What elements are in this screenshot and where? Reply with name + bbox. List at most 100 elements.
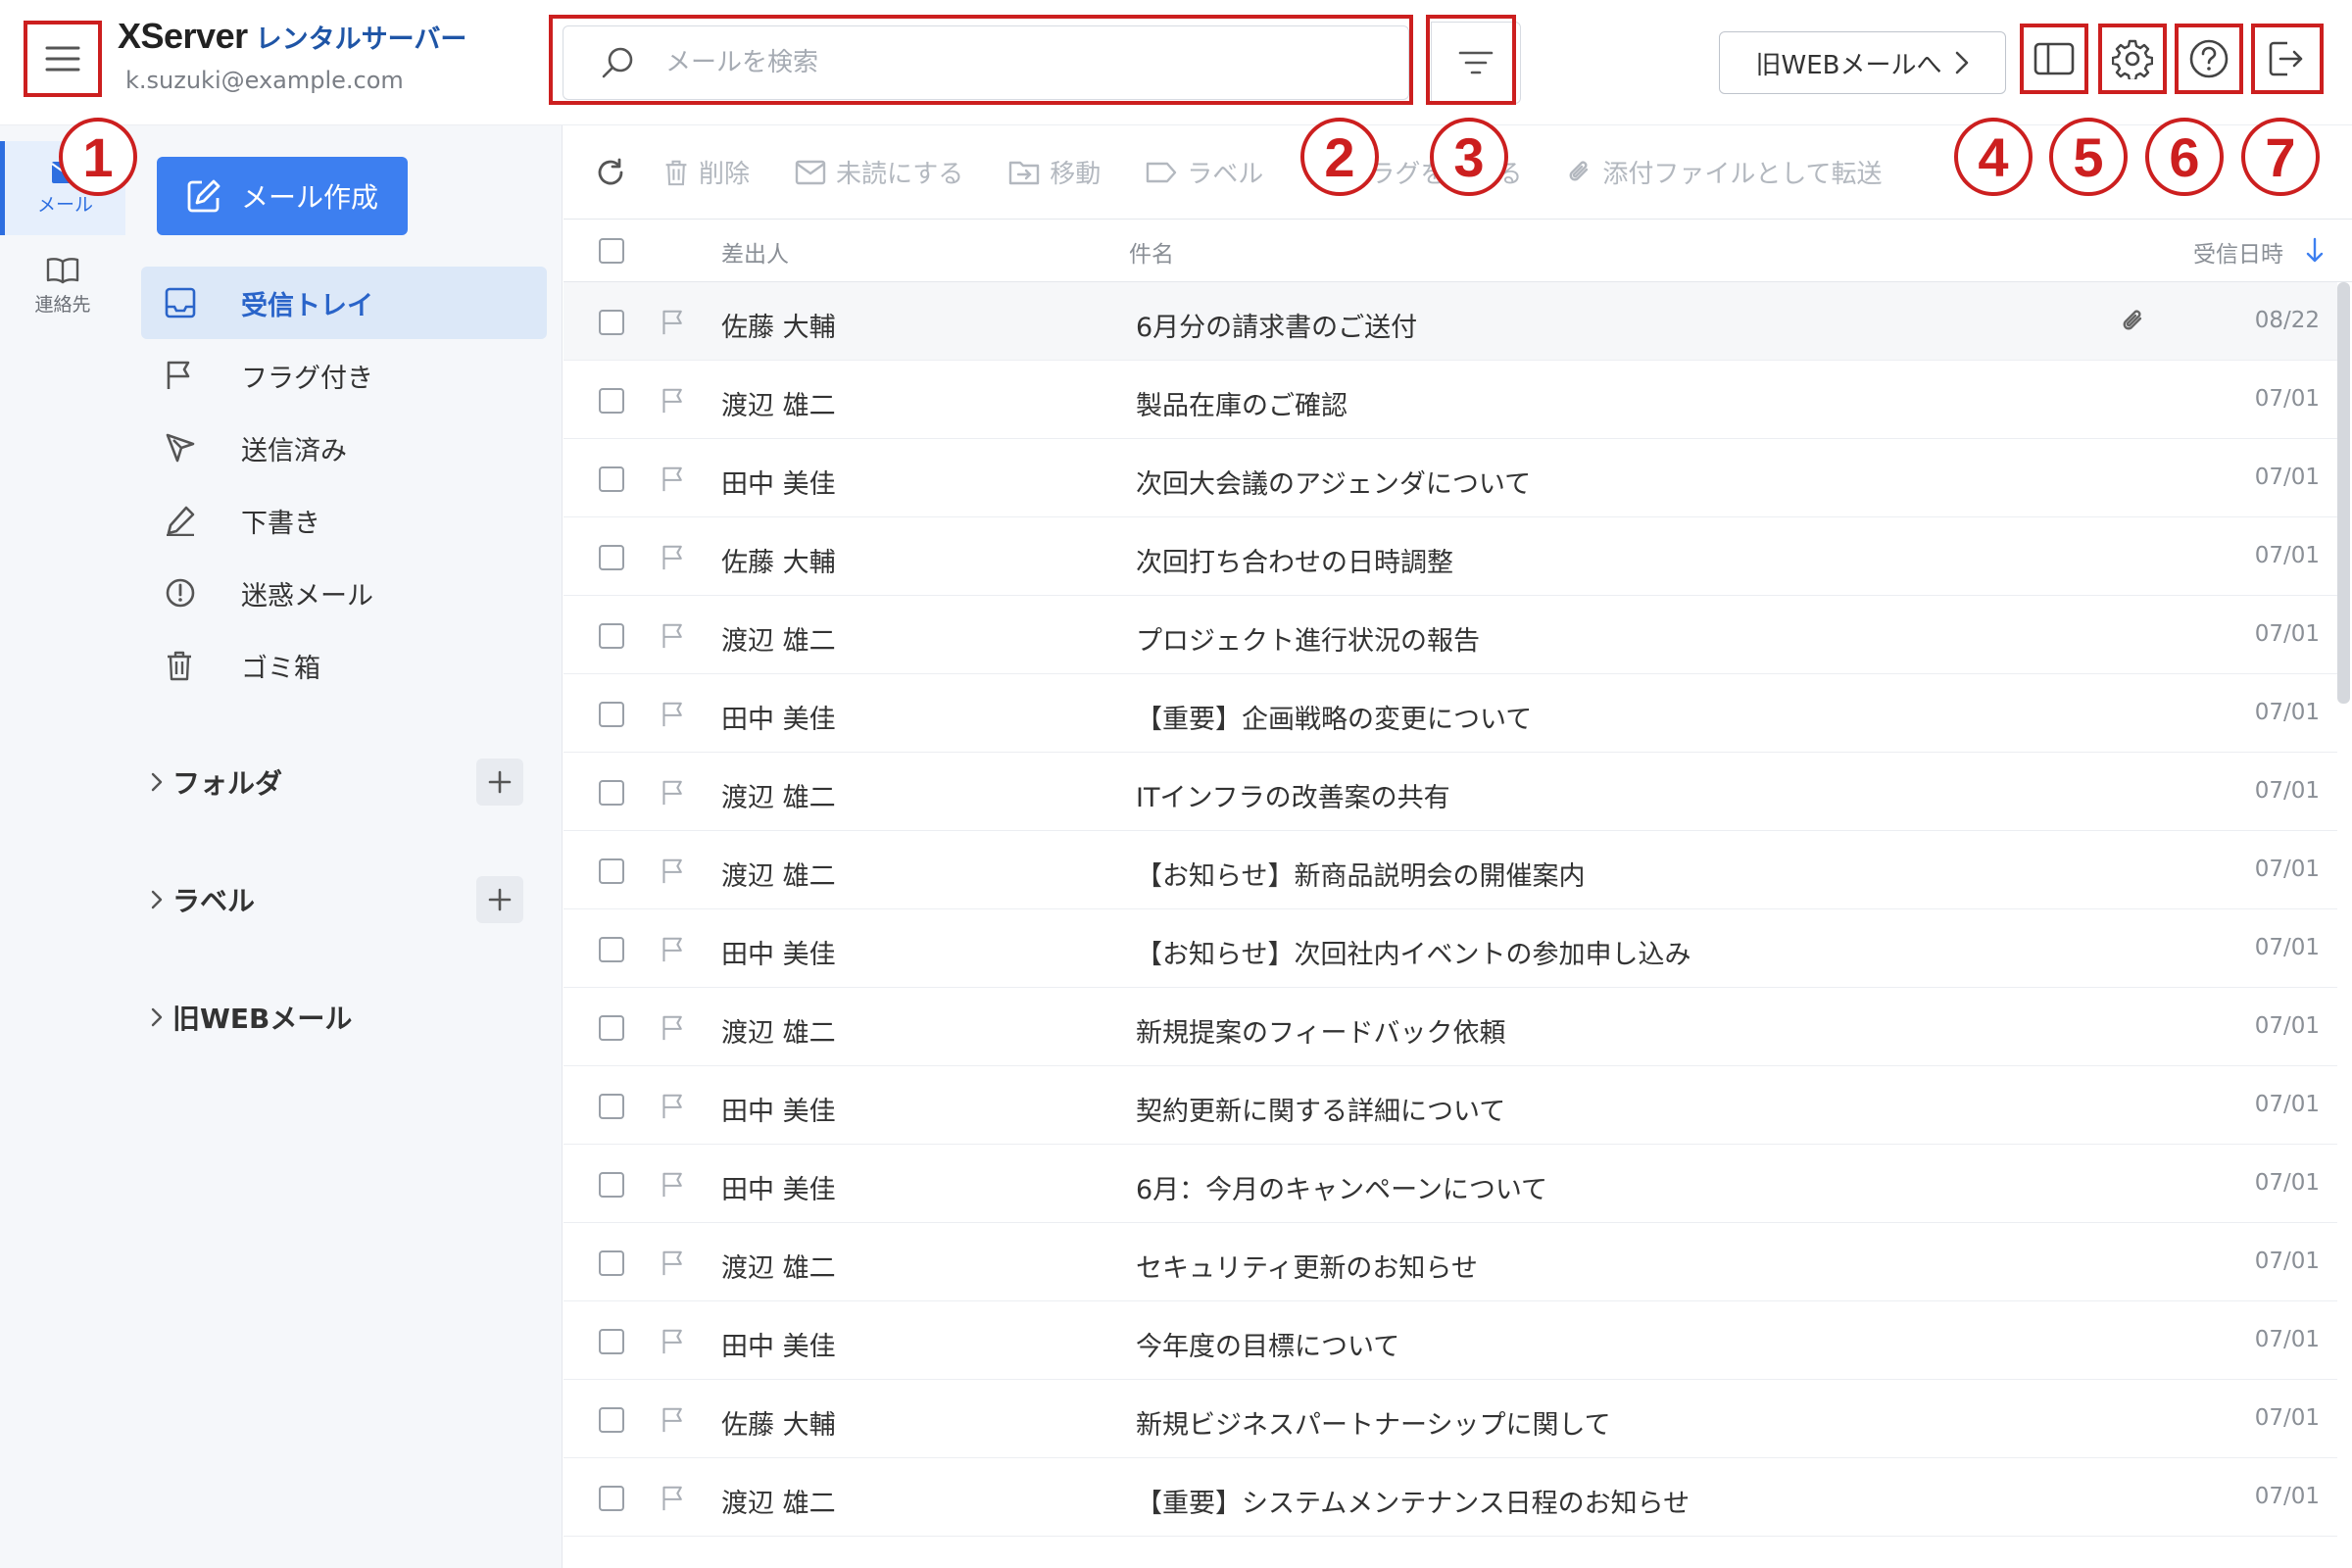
- settings-button[interactable]: [2098, 24, 2167, 94]
- row-checkbox[interactable]: [599, 1250, 624, 1276]
- sidebar-item-flagged[interactable]: フラグ付き: [141, 339, 547, 412]
- mail-row[interactable]: 田中 美佳 【重要】企画戦略の変更について 07/01: [564, 674, 2337, 753]
- flag-icon[interactable]: [661, 543, 686, 572]
- select-all-checkbox[interactable]: [599, 238, 624, 264]
- compose-button[interactable]: メール作成: [157, 157, 408, 235]
- row-date: 07/01: [2254, 465, 2320, 490]
- row-checkbox[interactable]: [599, 858, 624, 884]
- sidebar-item-spam[interactable]: 迷惑メール: [141, 557, 547, 629]
- row-date: 07/01: [2254, 1170, 2320, 1196]
- flag-icon[interactable]: [661, 1013, 686, 1043]
- mail-list-scrollbar[interactable]: [2337, 282, 2350, 704]
- mark-unread-button[interactable]: 未読にする: [795, 154, 963, 190]
- row-checkbox[interactable]: [599, 1015, 624, 1041]
- row-checkbox[interactable]: [599, 310, 624, 335]
- row-date: 07/01: [2254, 1013, 2320, 1039]
- flag-icon[interactable]: [661, 935, 686, 964]
- row-checkbox[interactable]: [599, 466, 624, 492]
- search-box[interactable]: [563, 25, 1409, 100]
- mail-row[interactable]: 田中 美佳 【お知らせ】次回社内イベントの参加申し込み 07/01: [564, 909, 2337, 988]
- mail-row[interactable]: 渡辺 雄二 新規提案のフィードバック依頼 07/01: [564, 988, 2337, 1066]
- mail-row[interactable]: 田中 美佳 契約更新に関する詳細について 07/01: [564, 1066, 2337, 1145]
- label-button[interactable]: ラベル: [1146, 154, 1263, 190]
- sidebar-item-drafts[interactable]: 下書き: [141, 484, 547, 557]
- flag-icon[interactable]: [661, 386, 686, 416]
- sort-down-icon[interactable]: [2305, 237, 2325, 265]
- move-button[interactable]: 移動: [1008, 154, 1101, 190]
- flag-icon[interactable]: [661, 1092, 686, 1121]
- add-folder-button[interactable]: [476, 759, 523, 806]
- row-checkbox[interactable]: [599, 780, 624, 806]
- flag-icon[interactable]: [661, 1405, 686, 1435]
- sidebar-section-old-webmail[interactable]: 旧WEBメール: [141, 988, 547, 1047]
- flag-icon[interactable]: [661, 778, 686, 808]
- mail-row[interactable]: 渡辺 雄二 【お知らせ】新商品説明会の開催案内 07/01: [564, 831, 2337, 909]
- row-checkbox[interactable]: [599, 702, 624, 727]
- row-checkbox[interactable]: [599, 1486, 624, 1511]
- flag-icon[interactable]: [661, 308, 686, 337]
- mail-row[interactable]: 渡辺 雄二 プロジェクト進行状況の報告 07/01: [564, 596, 2337, 674]
- mail-row[interactable]: 田中 美佳 今年度の目標について 07/01: [564, 1301, 2337, 1380]
- flag-icon[interactable]: [661, 621, 686, 651]
- sidebar-section-folders[interactable]: フォルダ: [141, 753, 547, 811]
- mail-row[interactable]: 渡辺 雄二 ITインフラの改善案の共有 07/01: [564, 753, 2337, 831]
- row-checkbox[interactable]: [599, 937, 624, 962]
- delete-button[interactable]: 削除: [663, 154, 750, 190]
- row-checkbox[interactable]: [599, 1172, 624, 1198]
- row-subject: セキュリティ更新のお知らせ: [1136, 1253, 1478, 1284]
- column-date[interactable]: 受信日時: [2193, 235, 2283, 269]
- toggle-pane-button[interactable]: [2020, 24, 2088, 94]
- hamburger-menu-button[interactable]: [24, 21, 102, 97]
- section-label: フォルダ: [172, 767, 283, 800]
- refresh-button[interactable]: [595, 157, 626, 188]
- mail-row[interactable]: 渡辺 雄二 【重要】システムメンテナンス日程のお知らせ 07/01: [564, 1458, 2337, 1537]
- logout-button[interactable]: [2251, 24, 2320, 94]
- row-sender: 渡辺 雄二: [721, 861, 836, 892]
- account-email: k.suzuki@example.com: [125, 67, 404, 94]
- mail-row[interactable]: 佐藤 大輔 次回打ち合わせの日時調整 07/01: [564, 517, 2337, 596]
- flag-icon[interactable]: [661, 465, 686, 494]
- flag-icon[interactable]: [661, 1170, 686, 1200]
- column-subject[interactable]: 件名: [1129, 235, 1174, 269]
- mail-row[interactable]: 佐藤 大輔 6月分の請求書のご送付 08/22: [564, 282, 2337, 361]
- forward-as-attachment-label: 添付ファイルとして転送: [1602, 160, 1883, 189]
- search-input[interactable]: [663, 33, 1349, 92]
- flag-icon[interactable]: [661, 700, 686, 729]
- plus-icon: [488, 770, 512, 794]
- sidebar-item-inbox[interactable]: 受信トレイ: [141, 267, 547, 339]
- row-checkbox[interactable]: [599, 1329, 624, 1354]
- section-label: 旧WEBメール: [172, 1003, 353, 1035]
- row-date: 08/22: [2254, 308, 2320, 333]
- add-label-button[interactable]: [476, 876, 523, 923]
- row-date: 07/01: [2254, 700, 2320, 725]
- flag-icon[interactable]: [661, 857, 686, 886]
- row-date: 07/01: [2254, 1327, 2320, 1352]
- mail-row[interactable]: 田中 美佳 次回大会議のアジェンダについて 07/01: [564, 439, 2337, 517]
- row-sender: 渡辺 雄二: [721, 391, 836, 421]
- send-icon: [166, 433, 195, 463]
- mail-row[interactable]: 田中 美佳 6月：今月のキャンペーンについて 07/01: [564, 1145, 2337, 1223]
- forward-as-attachment-button[interactable]: 添付ファイルとして転送: [1567, 154, 1883, 190]
- sidebar-item-trash[interactable]: ゴミ箱: [141, 629, 547, 702]
- mail-row[interactable]: 渡辺 雄二 製品在庫のご確認 07/01: [564, 361, 2337, 439]
- mail-row[interactable]: 渡辺 雄二 セキュリティ更新のお知らせ 07/01: [564, 1223, 2337, 1301]
- flag-icon[interactable]: [661, 1249, 686, 1278]
- row-checkbox[interactable]: [599, 1094, 624, 1119]
- search-filter-button[interactable]: [1431, 22, 1521, 104]
- rail-item-contacts[interactable]: 連絡先: [0, 239, 125, 333]
- help-button[interactable]: [2175, 24, 2243, 94]
- row-checkbox[interactable]: [599, 1407, 624, 1433]
- search-icon: [602, 47, 633, 78]
- flag-icon[interactable]: [661, 1327, 686, 1356]
- row-checkbox[interactable]: [599, 388, 624, 414]
- logo-subtitle: レンタルサーバー: [255, 24, 467, 55]
- column-sender[interactable]: 差出人: [721, 235, 789, 269]
- sidebar-item-sent[interactable]: 送信済み: [141, 412, 547, 484]
- trash-icon: [168, 651, 191, 681]
- flag-icon[interactable]: [661, 1484, 686, 1513]
- sidebar-section-labels[interactable]: ラベル: [141, 870, 547, 929]
- old-webmail-button[interactable]: 旧WEBメールへ: [1719, 31, 2006, 94]
- row-checkbox[interactable]: [599, 623, 624, 649]
- mail-row[interactable]: 佐藤 大輔 新規ビジネスパートナーシップに関して 07/01: [564, 1380, 2337, 1458]
- row-checkbox[interactable]: [599, 545, 624, 570]
